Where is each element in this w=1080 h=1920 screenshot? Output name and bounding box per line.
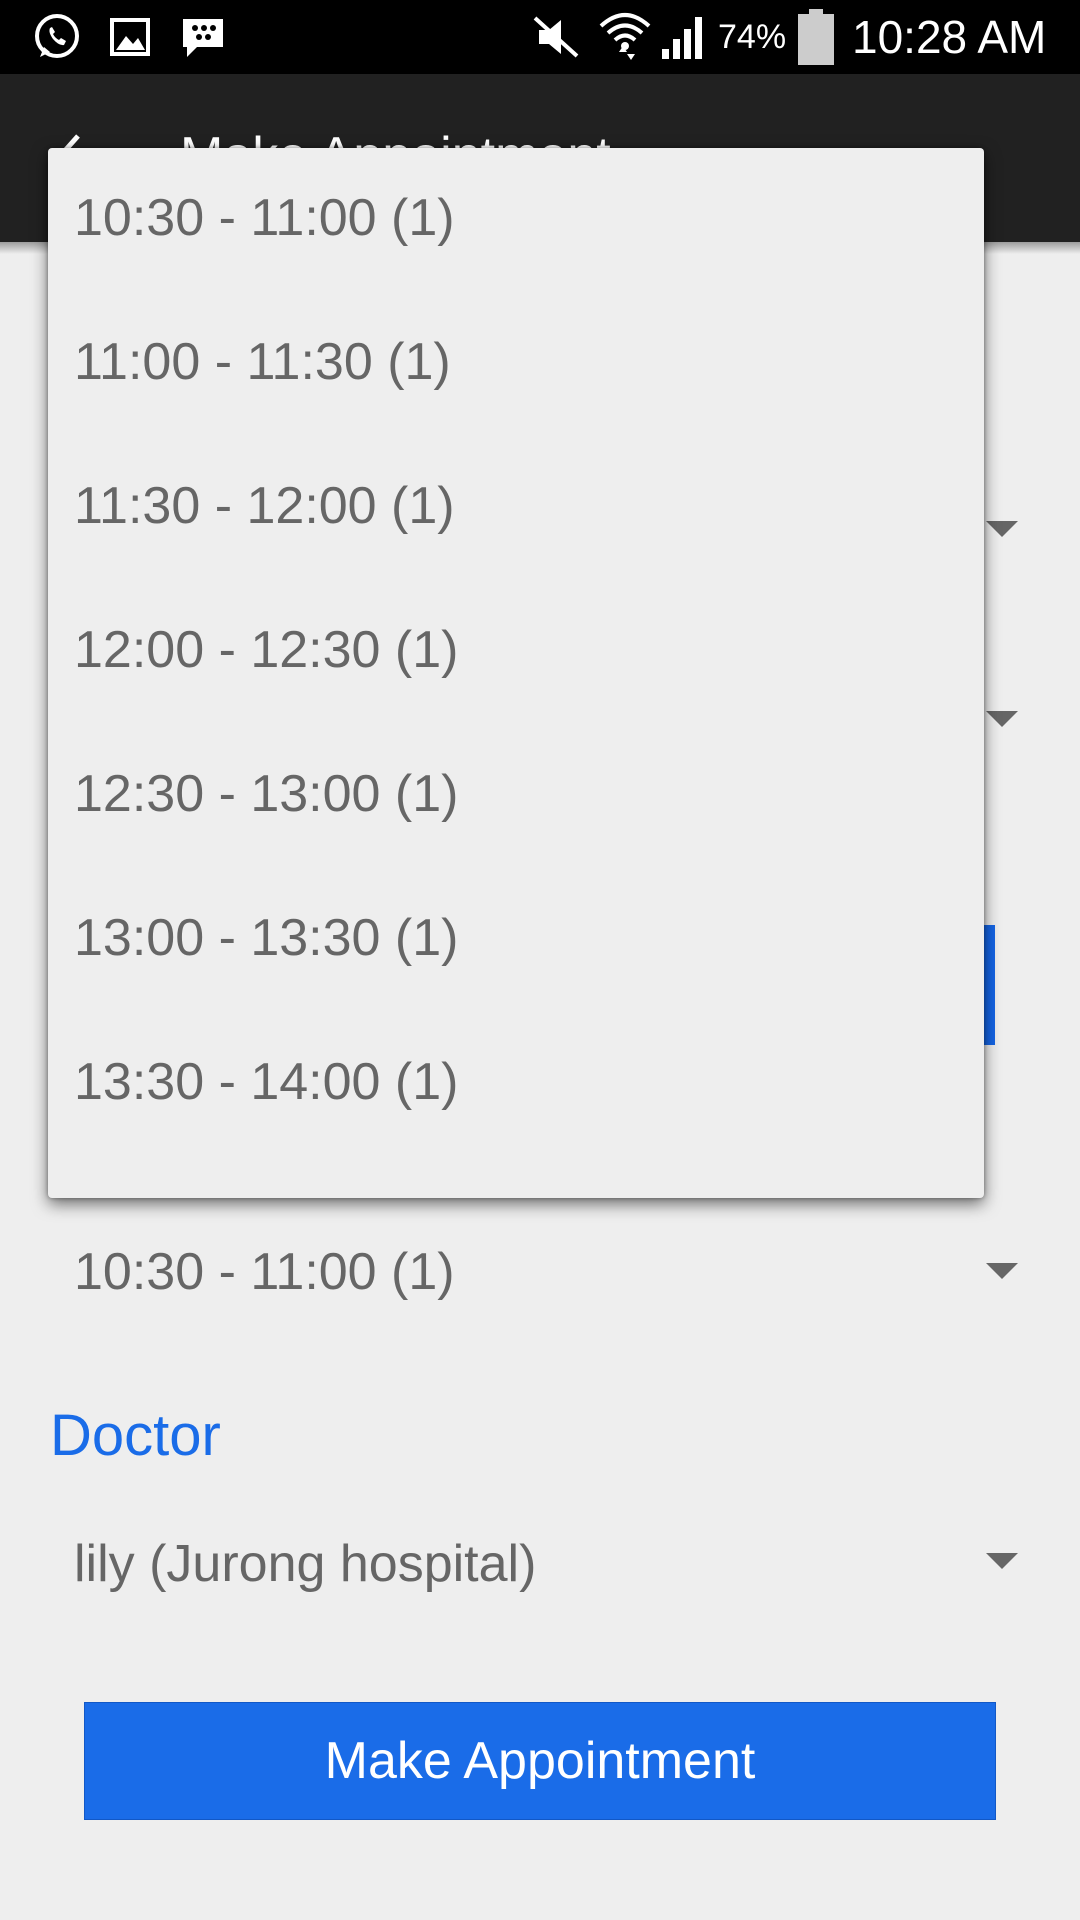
gallery-icon [106, 0, 154, 74]
spinner-caret-icon[interactable] [986, 711, 1018, 727]
option-label: 13:30 - 14:00 (1) [74, 1053, 459, 1111]
option-label: 11:30 - 12:00 (1) [74, 477, 455, 535]
dropdown-option[interactable]: 13:00 - 13:30 (1) [48, 868, 984, 1012]
spinner-caret-icon[interactable] [986, 521, 1018, 537]
time-slot-value: 10:30 - 11:00 (1) [74, 1243, 455, 1301]
option-label: 12:00 - 12:30 (1) [74, 621, 459, 679]
dropdown-option[interactable]: 10:30 - 11:00 (1) [48, 148, 984, 292]
bbm-icon [176, 0, 230, 74]
status-bar: 74% 10:28 AM [0, 0, 1080, 74]
dropdown-option[interactable]: 11:30 - 12:00 (1) [48, 436, 984, 580]
signal-icon [658, 0, 710, 74]
dropdown-option[interactable]: 11:00 - 11:30 (1) [48, 292, 984, 436]
time-slot-dropdown: 10:30 - 11:00 (1) 11:00 - 11:30 (1) 11:3… [48, 148, 984, 1198]
option-label: 12:30 - 13:00 (1) [74, 765, 459, 823]
chevron-down-icon [986, 1553, 1018, 1569]
option-label: 10:30 - 11:00 (1) [74, 189, 455, 247]
dropdown-option[interactable]: 12:00 - 12:30 (1) [48, 580, 984, 724]
doctor-value: lily (Jurong hospital) [74, 1535, 537, 1593]
option-label: 11:00 - 11:30 (1) [74, 333, 451, 391]
chevron-down-icon [986, 1263, 1018, 1279]
battery-icon [796, 0, 836, 74]
dropdown-option[interactable]: 12:30 - 13:00 (1) [48, 724, 984, 868]
wifi-icon [596, 0, 654, 74]
clock: 10:28 AM [852, 11, 1047, 63]
battery-percent: 74% [718, 18, 787, 56]
make-appointment-button[interactable]: Make Appointment [84, 1702, 996, 1820]
whatsapp-icon [26, 0, 86, 74]
dropdown-option[interactable]: 13:30 - 14:00 (1) [48, 1012, 984, 1156]
option-label: 13:00 - 13:30 (1) [74, 909, 459, 967]
doctor-label: Doctor [50, 1403, 221, 1468]
mute-icon [528, 0, 584, 74]
